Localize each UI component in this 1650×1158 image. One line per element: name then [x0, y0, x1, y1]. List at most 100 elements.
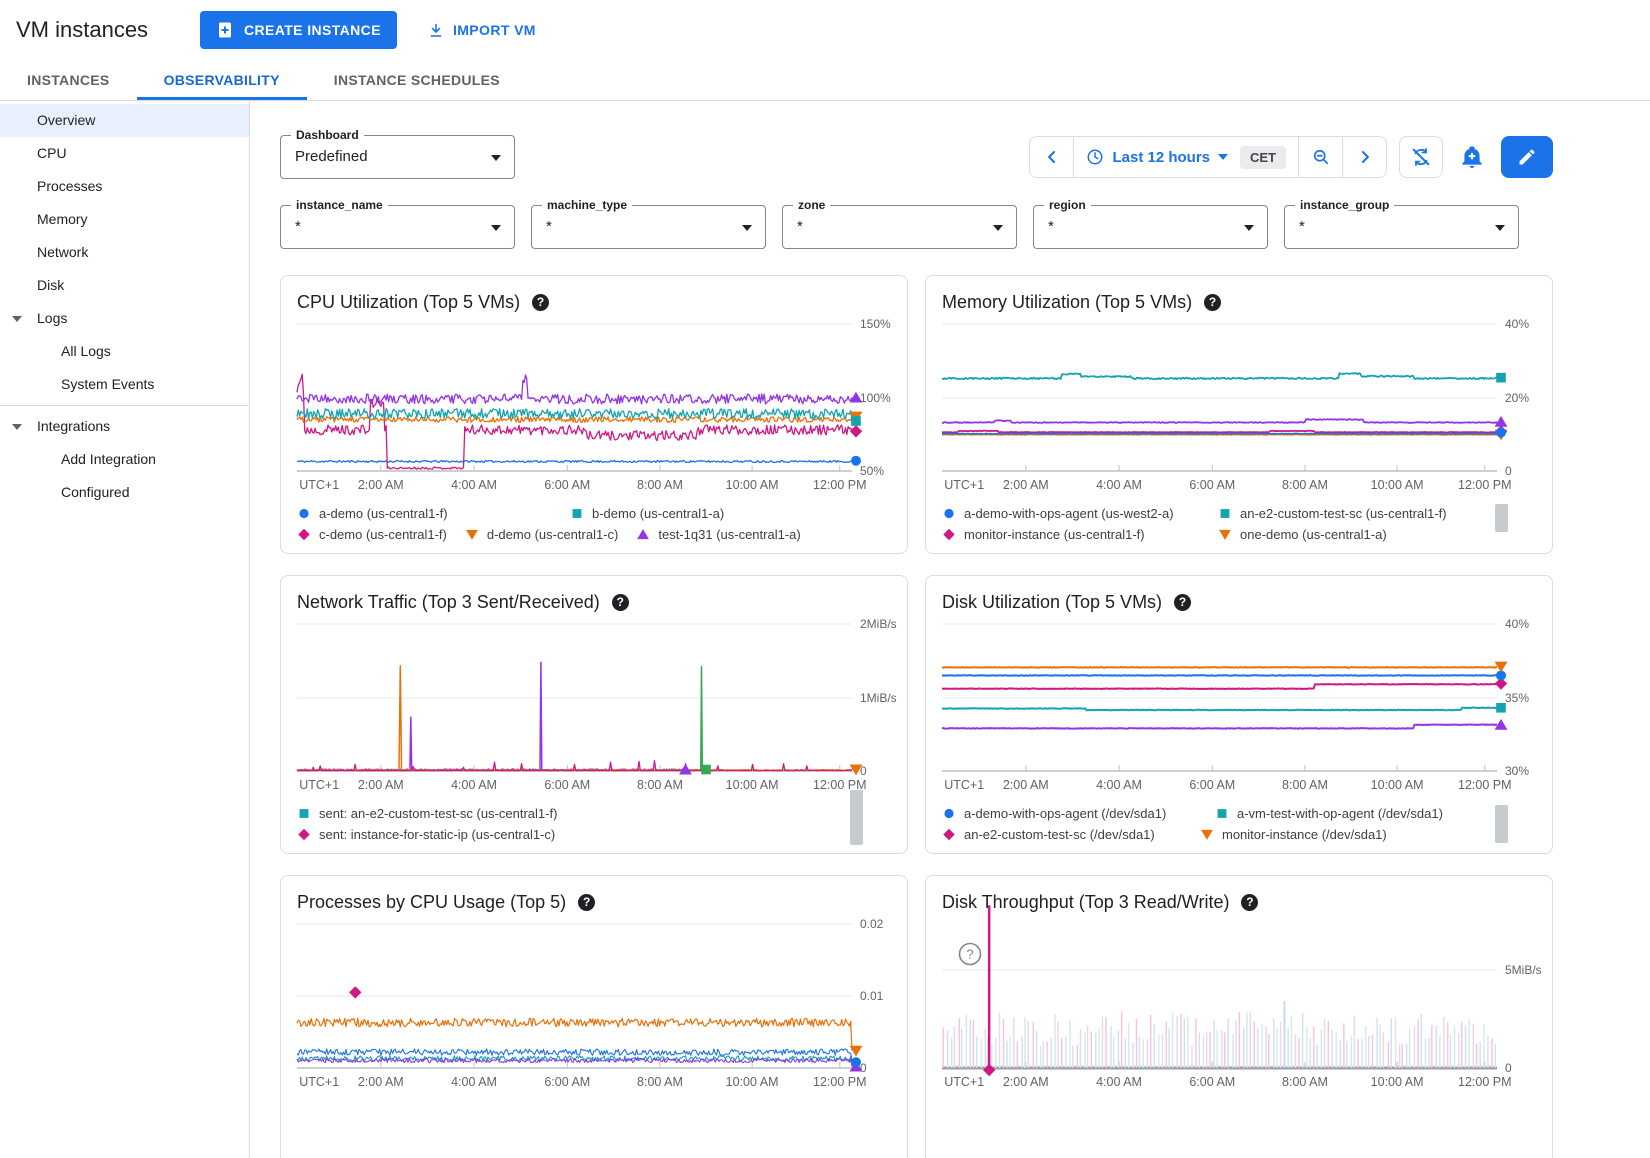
- svg-text:10:00 AM: 10:00 AM: [726, 478, 779, 492]
- time-forward-button[interactable]: [1342, 136, 1386, 178]
- legend-scrollbar[interactable]: [850, 790, 863, 845]
- svg-text:40%: 40%: [1505, 317, 1529, 331]
- sidebar-item-cpu[interactable]: CPU: [0, 137, 249, 170]
- chart-legend-disk-utilization: a-demo-with-ops-agent (/dev/sda1) a-vm-te…: [942, 803, 1536, 845]
- legend-item[interactable]: c-demo (us-central1-f): [297, 527, 447, 542]
- svg-text:4:00 AM: 4:00 AM: [451, 1075, 497, 1089]
- legend-item[interactable]: a-demo-with-ops-agent (/dev/sda1): [942, 806, 1197, 821]
- chart-title-disk-utilization: Disk Utilization (Top 5 VMs): [942, 592, 1162, 613]
- legend-item[interactable]: d-demo (us-central1-c): [465, 527, 619, 542]
- filter-select-machine-type[interactable]: machine_type*: [531, 205, 766, 249]
- diamond-marker-icon: [942, 528, 956, 541]
- tab-instances[interactable]: INSTANCES: [0, 60, 137, 100]
- svg-text:2:00 AM: 2:00 AM: [1003, 1075, 1049, 1089]
- legend-item[interactable]: one-demo (us-central1-a): [1218, 527, 1387, 542]
- time-range-value: Last 12 hours: [1112, 149, 1210, 166]
- create-instance-button[interactable]: CREATE INSTANCE: [200, 11, 397, 49]
- help-icon[interactable]: [612, 594, 629, 611]
- circle-marker-icon: [942, 507, 956, 520]
- svg-text:150%: 150%: [860, 317, 891, 331]
- tab-instance-schedules[interactable]: INSTANCE SCHEDULES: [307, 60, 527, 100]
- edit-dashboard-button[interactable]: [1501, 136, 1553, 178]
- svg-text:2:00 AM: 2:00 AM: [358, 478, 404, 492]
- expander-arrow-icon: [12, 424, 22, 430]
- sidebar-item-disk[interactable]: Disk: [0, 269, 249, 302]
- legend-item[interactable]: a-demo (us-central1-f): [297, 506, 552, 521]
- dashboard-select[interactable]: Dashboard Predefined: [280, 135, 515, 179]
- chart-card-memory: Memory Utilization (Top 5 VMs)40%20%0UTC…: [925, 275, 1553, 554]
- svg-text:2:00 AM: 2:00 AM: [358, 1075, 404, 1089]
- sidebar-item-memory[interactable]: Memory: [0, 203, 249, 236]
- chart-legend-cpu: a-demo (us-central1-f) b-demo (us-central…: [297, 503, 891, 545]
- legend-label: a-demo (us-central1-f): [319, 506, 448, 521]
- chart-title-network: Network Traffic (Top 3 Sent/Received): [297, 592, 600, 613]
- legend-item[interactable]: test-1q31 (us-central1-a): [636, 527, 800, 542]
- svg-text:4:00 AM: 4:00 AM: [1096, 778, 1142, 792]
- filter-select-instance-name[interactable]: instance_name*: [280, 205, 515, 249]
- sidebar-item-label: Overview: [37, 112, 95, 128]
- legend-item[interactable]: monitor-instance (/dev/sda1): [1200, 827, 1387, 842]
- legend-item[interactable]: sent: instance-for-static-ip (us-central…: [297, 827, 555, 842]
- legend-item[interactable]: an-e2-custom-test-sc (us-central1-f): [1218, 506, 1447, 521]
- legend-item[interactable]: sent: an-e2-custom-test-sc (us-central1-…: [297, 806, 557, 821]
- sidebar-item-overview[interactable]: Overview: [0, 104, 249, 137]
- sidebar-item-label: Configured: [61, 484, 130, 500]
- legend-scrollbar[interactable]: [1495, 504, 1508, 532]
- svg-text:4:00 AM: 4:00 AM: [451, 778, 497, 792]
- help-icon[interactable]: [1174, 594, 1191, 611]
- chart-card-network: Network Traffic (Top 3 Sent/Received)2Mi…: [280, 575, 908, 854]
- legend-item[interactable]: an-e2-custom-test-sc (/dev/sda1): [942, 827, 1182, 842]
- sidebar-item-network[interactable]: Network: [0, 236, 249, 269]
- svg-text:10:00 AM: 10:00 AM: [1371, 1075, 1424, 1089]
- legend-label: an-e2-custom-test-sc (/dev/sda1): [964, 827, 1155, 842]
- svg-text:0: 0: [1505, 464, 1512, 478]
- filter-select-region[interactable]: region*: [1033, 205, 1268, 249]
- legend-item[interactable]: monitor-instance (us-central1-f): [942, 527, 1200, 542]
- filter-value: *: [783, 206, 1016, 248]
- chevron-down-icon: [742, 225, 752, 231]
- legend-item[interactable]: a-demo-with-ops-agent (us-west2-a): [942, 506, 1200, 521]
- sidebar-item-all-logs[interactable]: All Logs: [0, 335, 249, 368]
- import-vm-button[interactable]: IMPORT VM: [427, 11, 536, 49]
- sidebar-item-add-integration[interactable]: Add Integration: [0, 443, 249, 476]
- diamond-marker-icon: [297, 528, 311, 541]
- sidebar-item-processes[interactable]: Processes: [0, 170, 249, 203]
- filter-select-zone[interactable]: zone*: [782, 205, 1017, 249]
- add-alert-button[interactable]: [1459, 144, 1485, 170]
- svg-text:0.02: 0.02: [860, 917, 884, 931]
- svg-text:4:00 AM: 4:00 AM: [1096, 478, 1142, 492]
- legend-item[interactable]: b-demo (us-central1-a): [570, 506, 724, 521]
- expander-arrow-icon: [12, 316, 22, 322]
- svg-text:UTC+1: UTC+1: [299, 1075, 339, 1089]
- sidebar-item-configured[interactable]: Configured: [0, 476, 249, 509]
- tab-observability[interactable]: OBSERVABILITY: [137, 60, 307, 100]
- time-range-selector[interactable]: Last 12 hours CET: [1074, 146, 1298, 169]
- legend-scrollbar[interactable]: [1495, 805, 1508, 843]
- filter-bar: instance_name* machine_type* zone* region* i…: [280, 205, 1553, 249]
- sidebar-item-label: Network: [37, 244, 88, 260]
- square-marker-icon: [1218, 507, 1232, 520]
- help-icon[interactable]: [578, 894, 595, 911]
- chart-card-disk-utilization: Disk Utilization (Top 5 VMs)40%35%30%UTC…: [925, 575, 1553, 854]
- chevron-down-icon: [1495, 225, 1505, 231]
- svg-text:8:00 AM: 8:00 AM: [637, 478, 683, 492]
- pencil-icon: [1517, 147, 1537, 167]
- app-header: VM instances CREATE INSTANCE IMPORT VM: [0, 0, 1650, 60]
- legend-item[interactable]: a-vm-test-with-op-agent (/dev/sda1): [1215, 806, 1443, 821]
- zoom-out-button[interactable]: [1298, 136, 1342, 178]
- svg-text:6:00 AM: 6:00 AM: [544, 478, 590, 492]
- time-back-button[interactable]: [1030, 136, 1074, 178]
- sidebar-item-integrations[interactable]: Integrations: [0, 410, 249, 443]
- auto-refresh-off-button[interactable]: [1399, 136, 1443, 178]
- tri-up-marker-icon: [636, 528, 650, 541]
- chart-plot-disk-utilization: 40%35%30%UTC+12:00 AM4:00 AM6:00 AM8:00 …: [942, 614, 1538, 799]
- help-icon[interactable]: [1204, 294, 1221, 311]
- sidebar-item-system-events[interactable]: System Events: [0, 368, 249, 401]
- sidebar-divider: [0, 405, 249, 406]
- chart-title-disk-throughput: Disk Throughput (Top 3 Read/Write): [942, 892, 1229, 913]
- circle-marker-icon: [297, 507, 311, 520]
- help-icon[interactable]: [532, 294, 549, 311]
- help-icon[interactable]: [1241, 894, 1258, 911]
- filter-select-instance-group[interactable]: instance_group*: [1284, 205, 1519, 249]
- sidebar-item-logs[interactable]: Logs: [0, 302, 249, 335]
